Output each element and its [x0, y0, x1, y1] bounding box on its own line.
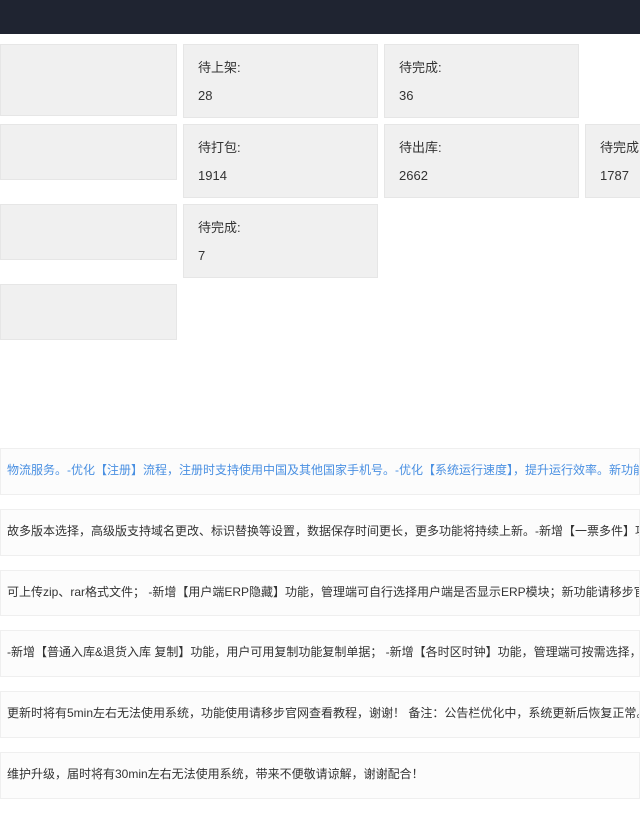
stats-row-1: 待上架: 28 待完成: 36 — [0, 44, 640, 118]
top-bar — [0, 0, 640, 34]
notice-text: -新增【普通入库&退货入库 复制】功能，用户可用复制功能复制单据； -新增【各时… — [7, 645, 640, 659]
stat-label: 待打包: — [198, 137, 363, 156]
stat-value: 2662 — [399, 168, 564, 183]
stat-card-pending-complete[interactable]: 待完成: 36 — [384, 44, 579, 118]
stat-label: 待上架: — [198, 57, 363, 76]
stat-value: 1787 — [600, 168, 640, 183]
notice-text: 可上传zip、rar格式文件； -新增【用户端ERP隐藏】功能，管理端可自行选择… — [7, 585, 640, 599]
stat-card-pending-outbound[interactable]: 待出库: 2662 — [384, 124, 579, 198]
stat-card-blank[interactable] — [0, 204, 177, 260]
stats-row-2: 待打包: 1914 待出库: 2662 待完成: 1787 — [0, 124, 640, 198]
stats-grid: 待上架: 28 待完成: 36 待打包: 1914 待出库: 2662 待完成:… — [0, 44, 640, 340]
notice-text: 更新时将有5min左右无法使用系统，功能使用请移步官网查看教程，谢谢！ 备注：公… — [7, 706, 640, 720]
stat-card-pending-pack[interactable]: 待打包: 1914 — [183, 124, 378, 198]
stat-value: 1914 — [198, 168, 363, 183]
notice-item[interactable]: 故多版本选择，高级版支持域名更改、标识替换等设置，数据保存时间更长，更多功能将持… — [0, 509, 640, 556]
stat-label: 待完成: — [198, 217, 363, 236]
stat-card-pending-complete-3[interactable]: 待完成: 7 — [183, 204, 378, 278]
stat-card-blank[interactable] — [0, 284, 177, 340]
notice-item[interactable]: 可上传zip、rar格式文件； -新增【用户端ERP隐藏】功能，管理端可自行选择… — [0, 570, 640, 617]
notice-item[interactable]: 物流服务。-优化【注册】流程，注册时支持使用中国及其他国家手机号。-优化【系统运… — [0, 448, 640, 495]
stats-row-4 — [0, 284, 640, 340]
stat-card-pending-shelve[interactable]: 待上架: 28 — [183, 44, 378, 118]
notice-item[interactable]: 更新时将有5min左右无法使用系统，功能使用请移步官网查看教程，谢谢！ 备注：公… — [0, 691, 640, 738]
stat-card-blank[interactable] — [0, 124, 177, 180]
stat-value: 28 — [198, 88, 363, 103]
notice-item[interactable]: -新增【普通入库&退货入库 复制】功能，用户可用复制功能复制单据； -新增【各时… — [0, 630, 640, 677]
stat-card-pending-complete-2[interactable]: 待完成: 1787 — [585, 124, 640, 198]
stats-row-3: 待完成: 7 — [0, 204, 640, 278]
stat-value: 7 — [198, 248, 363, 263]
stat-label: 待完成: — [399, 57, 564, 76]
stat-label: 待完成: — [600, 137, 640, 156]
notice-text: 故多版本选择，高级版支持域名更改、标识替换等设置，数据保存时间更长，更多功能将持… — [7, 524, 640, 538]
stat-label: 待出库: — [399, 137, 564, 156]
page-content: 待上架: 28 待完成: 36 待打包: 1914 待出库: 2662 待完成:… — [0, 44, 640, 799]
notice-list: 物流服务。-优化【注册】流程，注册时支持使用中国及其他国家手机号。-优化【系统运… — [0, 448, 640, 799]
separator — [0, 400, 640, 408]
stat-value: 36 — [399, 88, 564, 103]
notice-text: 维护升级，届时将有30min左右无法使用系统，带来不便敬请谅解，谢谢配合！ — [7, 767, 424, 781]
notice-text: 物流服务。-优化【注册】流程，注册时支持使用中国及其他国家手机号。-优化【系统运… — [7, 463, 640, 477]
notice-item[interactable]: 维护升级，届时将有30min左右无法使用系统，带来不便敬请谅解，谢谢配合！ — [0, 752, 640, 799]
stat-card-blank[interactable] — [0, 44, 177, 116]
